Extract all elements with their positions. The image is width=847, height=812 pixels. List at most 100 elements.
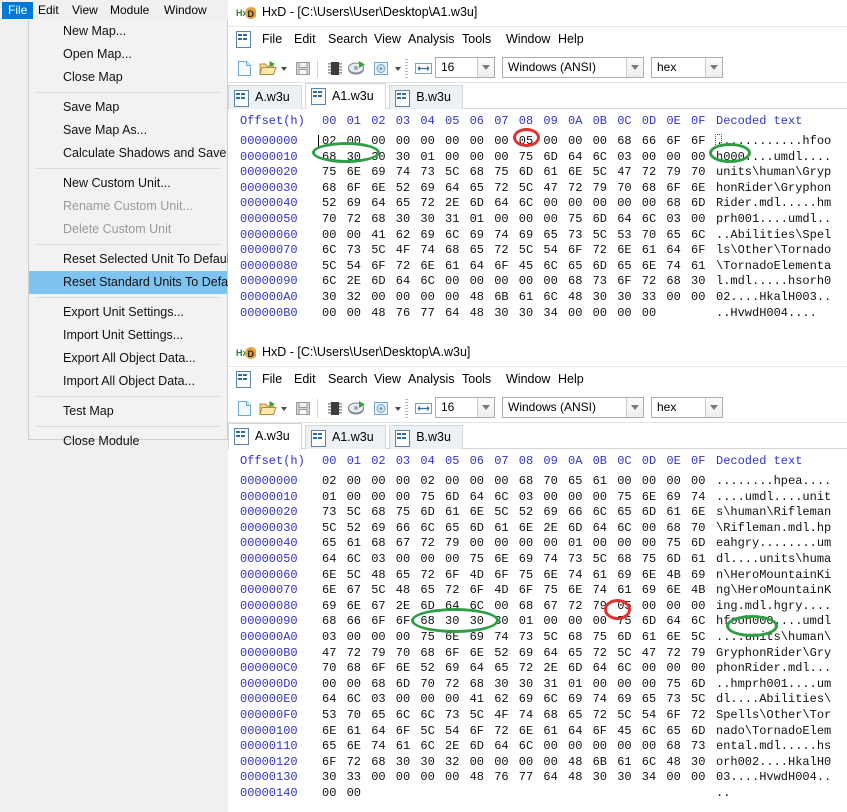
hex-byte[interactable]: 72 <box>568 181 582 195</box>
decoded-text[interactable]: .. <box>716 786 730 800</box>
hex-byte[interactable]: 5C <box>322 521 336 535</box>
hex-byte[interactable]: 73 <box>445 708 459 722</box>
hex-byte[interactable]: 69 <box>642 583 656 597</box>
hex-byte[interactable]: 61 <box>666 505 680 519</box>
hex-byte[interactable]: 5C <box>519 243 533 257</box>
decoded-text[interactable]: orh002....HkalH0 <box>716 755 831 769</box>
window1-menu-tools[interactable]: Tools <box>462 32 491 46</box>
hex-byte[interactable]: 74 <box>666 259 680 273</box>
hex-byte[interactable]: 70 <box>642 228 656 242</box>
hex-byte[interactable]: 00 <box>691 661 705 675</box>
hex-byte[interactable]: 32 <box>347 290 361 304</box>
menu-item-open-map[interactable]: Open Map... <box>29 43 227 66</box>
hex-byte[interactable]: 6E <box>347 165 361 179</box>
hex-byte[interactable]: 00 <box>568 196 582 210</box>
hex-byte[interactable]: 6E <box>642 490 656 504</box>
window2-menu-tools[interactable]: Tools <box>462 372 491 386</box>
hex-byte[interactable]: 68 <box>666 739 680 753</box>
hex-byte[interactable]: 30 <box>519 306 533 320</box>
hex-byte[interactable]: 68 <box>666 521 680 535</box>
hex-byte[interactable]: 65 <box>568 646 582 660</box>
decoded-text[interactable]: ....units\human\ <box>716 630 831 644</box>
hex-byte[interactable]: 64 <box>568 724 582 738</box>
hex-byte[interactable]: 30 <box>593 770 607 784</box>
hex-byte[interactable]: 00 <box>593 490 607 504</box>
hex-byte[interactable]: 00 <box>494 150 508 164</box>
editor-menu-window[interactable]: Window <box>158 2 213 19</box>
decoded-text[interactable]: ..Abilities\Spel <box>716 228 831 242</box>
decoded-text[interactable]: s\human\Rifleman <box>716 505 831 519</box>
hex-byte[interactable]: 72 <box>666 646 680 660</box>
hex-byte[interactable]: 00 <box>445 274 459 288</box>
hex-byte[interactable]: 72 <box>519 661 533 675</box>
hex-byte[interactable]: 6D <box>568 521 582 535</box>
hex-byte[interactable]: 00 <box>519 274 533 288</box>
hex-byte[interactable]: 74 <box>420 243 434 257</box>
window2-tab-a1-w3u[interactable]: A1.w3u <box>305 425 387 449</box>
hex-byte[interactable]: 75 <box>593 630 607 644</box>
hex-byte[interactable]: 6C <box>617 521 631 535</box>
hex-byte[interactable]: 6F <box>470 724 484 738</box>
hex-byte[interactable]: 69 <box>322 599 336 613</box>
hex-byte[interactable]: 6F <box>396 614 410 628</box>
decoded-text[interactable]: 03....HvwdH004.. <box>716 770 831 784</box>
hex-byte[interactable]: 00 <box>396 770 410 784</box>
hex-byte[interactable]: 30 <box>396 755 410 769</box>
hex-byte[interactable]: 6E <box>396 661 410 675</box>
hex-byte[interactable]: 6E <box>371 181 385 195</box>
hex-byte[interactable]: 68 <box>617 552 631 566</box>
hex-byte[interactable]: 72 <box>642 274 656 288</box>
hex-byte[interactable]: 00 <box>420 134 434 148</box>
hex-byte[interactable]: 77 <box>519 770 533 784</box>
hex-byte[interactable]: 5C <box>691 630 705 644</box>
hex-byte[interactable]: 70 <box>420 677 434 691</box>
window2-tab-a-w3u[interactable]: A.w3u <box>228 423 302 449</box>
hex-byte[interactable]: 2E <box>445 739 459 753</box>
hex-byte[interactable]: 64 <box>494 739 508 753</box>
hex-byte[interactable]: 54 <box>642 708 656 722</box>
hex-byte[interactable]: 67 <box>543 599 557 613</box>
hex-byte[interactable]: 69 <box>519 552 533 566</box>
hex-byte[interactable]: 00 <box>445 770 459 784</box>
hex-byte[interactable]: 00 <box>445 692 459 706</box>
hex-byte[interactable]: 01 <box>420 150 434 164</box>
hex-byte[interactable]: 5C <box>617 708 631 722</box>
hex-byte[interactable]: 00 <box>593 536 607 550</box>
hex-byte[interactable]: 69 <box>445 661 459 675</box>
hex-byte[interactable]: 01 <box>322 490 336 504</box>
hex-byte[interactable]: 69 <box>371 521 385 535</box>
hex-byte[interactable]: 65 <box>322 739 336 753</box>
hex-byte[interactable]: 68 <box>568 630 582 644</box>
hex-byte[interactable]: 00 <box>642 599 656 613</box>
hex-byte[interactable]: 69 <box>470 630 484 644</box>
hex-byte[interactable]: 47 <box>642 646 656 660</box>
hex-byte[interactable]: 73 <box>420 165 434 179</box>
hex-byte[interactable]: 64 <box>445 306 459 320</box>
hex-byte[interactable]: 75 <box>420 630 434 644</box>
hex-byte[interactable]: 6D <box>642 614 656 628</box>
open-dropdown-caret-icon[interactable] <box>281 407 287 411</box>
hex-byte[interactable]: 00 <box>666 599 680 613</box>
window1-bytes-per-row-combo-chevron-down-icon[interactable] <box>477 58 494 77</box>
hex-byte[interactable]: 68 <box>642 181 656 195</box>
hex-byte[interactable]: 52 <box>519 505 533 519</box>
hex-byte[interactable]: 64 <box>445 181 459 195</box>
hex-byte[interactable]: 6F <box>371 661 385 675</box>
menu-item-save-map[interactable]: Save Map <box>29 96 227 119</box>
hex-byte[interactable]: 5C <box>347 505 361 519</box>
hex-byte[interactable]: 6F <box>371 259 385 273</box>
window2-hex-row[interactable]: 000000C0 70 68 6F 6E 52 69 64 65 72 2E 6D 64 6C 00 00 00… <box>228 661 847 677</box>
hex-byte[interactable]: 00 <box>396 134 410 148</box>
hex-byte[interactable]: 74 <box>593 583 607 597</box>
hex-byte[interactable]: 00 <box>617 739 631 753</box>
decoded-text[interactable]: \TornadoElementa <box>716 259 831 273</box>
hex-byte[interactable]: 6E <box>322 724 336 738</box>
hex-byte[interactable]: 64 <box>617 212 631 226</box>
hex-byte[interactable]: 64 <box>666 243 680 257</box>
editor-menu-view[interactable]: View <box>66 2 104 19</box>
hex-byte[interactable]: 30 <box>420 755 434 769</box>
hex-byte[interactable]: 68 <box>371 677 385 691</box>
hex-byte[interactable]: 68 <box>666 274 680 288</box>
window2-hex-row[interactable]: 00000010 01 00 00 00 75 6D 64 6C 03 00 00 00 75 6E 69 74… <box>228 490 847 506</box>
hex-byte[interactable]: 00 <box>593 306 607 320</box>
